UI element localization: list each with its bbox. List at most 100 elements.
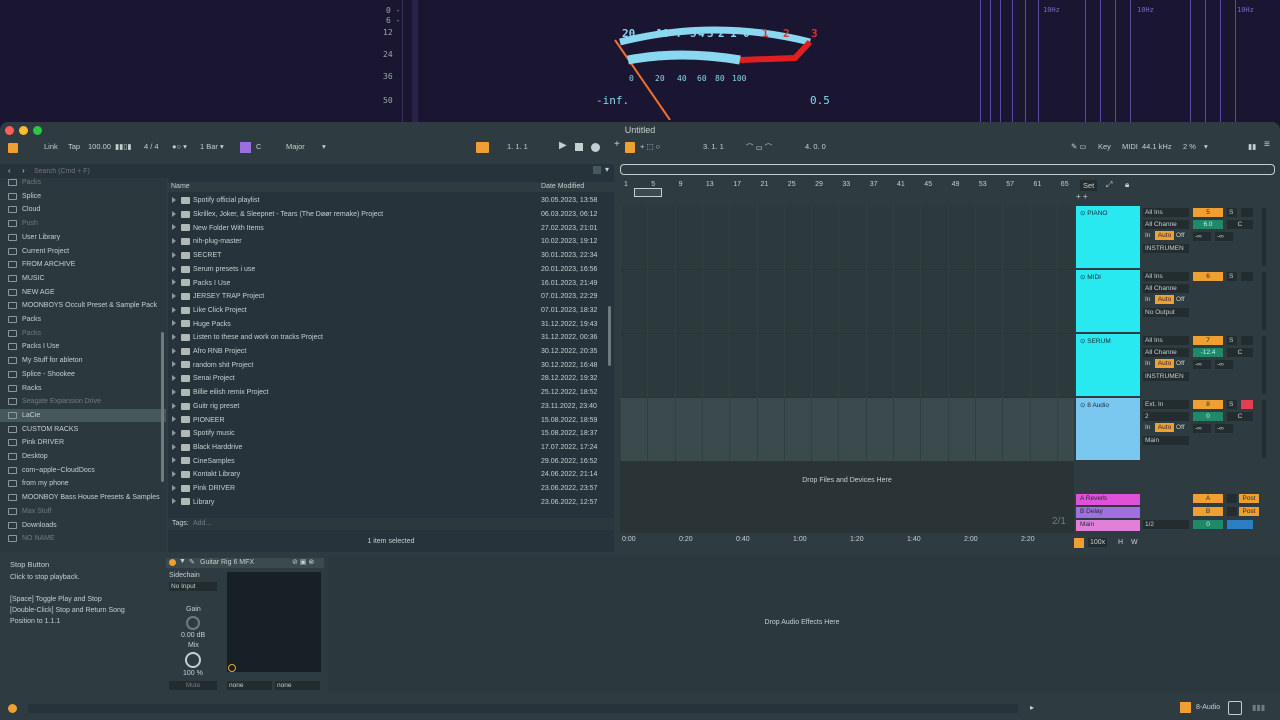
track-number[interactable]: 6 <box>1193 272 1223 281</box>
scale-mode-icon[interactable] <box>240 142 251 153</box>
expand-icon[interactable]: ⤢ <box>1106 180 1112 190</box>
time-signature[interactable]: 4 / 4 <box>144 142 159 151</box>
sidebar-item[interactable]: MOONBOY Bass House Presets & Samples <box>8 491 164 504</box>
send-b[interactable]: -∞ <box>1215 232 1233 241</box>
monitor-in[interactable]: In <box>1145 360 1150 367</box>
sidebar-item[interactable]: Pink DRIVER <box>8 436 164 449</box>
serum-lane[interactable] <box>620 334 1074 397</box>
arm-button[interactable] <box>1241 272 1253 281</box>
view-toggle-icon[interactable] <box>8 143 18 153</box>
track-name[interactable]: ⊙ MIDI <box>1076 270 1140 332</box>
output-select[interactable]: INSTRUMEN <box>1143 372 1189 381</box>
file-row[interactable]: Pink DRIVER 23.06.2022, 23:57 <box>168 482 614 496</box>
sidebar-item[interactable]: Packs <box>8 313 164 326</box>
expand-icon[interactable] <box>172 498 176 505</box>
arrangement-overview[interactable] <box>620 164 1275 175</box>
key-map-button[interactable]: Key <box>1098 142 1111 151</box>
record-icon[interactable] <box>591 143 600 152</box>
expand-icon[interactable] <box>172 347 176 354</box>
file-row[interactable]: Like Click Project 07.01.2023, 18:32 <box>168 304 614 318</box>
file-row[interactable]: New Folder With Items 27.02.2023, 21:01 <box>168 221 614 235</box>
sidebar-item[interactable]: Seagate Expansion Drive <box>8 395 164 408</box>
return-letter[interactable]: A <box>1193 494 1223 503</box>
file-row[interactable]: random shit Project 30.12.2022, 16:48 <box>168 358 614 372</box>
file-row[interactable]: Kontakt Library 24.06.2022, 21:14 <box>168 468 614 482</box>
solo-button[interactable] <box>1227 494 1237 503</box>
midi-lane[interactable] <box>620 270 1074 333</box>
chevron-down-icon[interactable]: ▾ <box>1204 142 1208 151</box>
monitor-in[interactable]: In <box>1145 424 1150 431</box>
file-row[interactable]: Black Harddrive 17.07.2022, 17:24 <box>168 441 614 455</box>
main-output-select[interactable]: 1/2 <box>1143 520 1189 529</box>
chevron-down-icon[interactable]: ▾ <box>220 142 224 151</box>
sidebar-item[interactable]: Racks <box>8 382 164 395</box>
monitor-auto[interactable]: Auto <box>1155 359 1174 368</box>
pan-value[interactable]: C <box>1227 412 1253 421</box>
expand-icon[interactable] <box>172 457 176 464</box>
monitor-auto[interactable]: Auto <box>1155 231 1174 240</box>
expand-icon[interactable] <box>172 429 176 436</box>
sidebar-item[interactable]: Desktop <box>8 450 164 463</box>
device-menu-icon[interactable]: ⊘ ▣ ⊗ <box>292 558 314 566</box>
sidebar-item[interactable]: User Library <box>8 231 164 244</box>
file-row[interactable]: Listen to these and work on tracks Proje… <box>168 331 614 345</box>
send-b[interactable]: -∞ <box>1215 360 1233 369</box>
menu-icon[interactable]: ≡ <box>1264 139 1270 150</box>
monitor-off[interactable]: Off <box>1176 232 1185 239</box>
midi-map-button[interactable]: MIDI <box>1122 142 1138 151</box>
file-row[interactable]: Afro RNB Project 30.12.2022, 20:35 <box>168 345 614 359</box>
loop-icon[interactable]: + ⬚ ○ <box>640 142 660 151</box>
name-column-header[interactable]: Name <box>171 183 190 190</box>
overdub-icon[interactable]: + <box>614 139 620 150</box>
send-a[interactable]: -∞ <box>1193 232 1211 241</box>
tap-button[interactable]: Tap <box>68 142 80 151</box>
sidebar-item[interactable]: from my phone <box>8 477 164 490</box>
sidebar-item[interactable]: Packs I Use <box>8 340 164 353</box>
sidebar-item[interactable]: Splice - Shookee <box>8 368 164 381</box>
track-warning-icon[interactable] <box>1180 702 1191 713</box>
loop-start[interactable]: 3. 1. 1 <box>703 142 724 151</box>
sidebar-item[interactable]: Downloads <box>8 519 164 532</box>
date-column-header[interactable]: Date Modified <box>541 183 584 190</box>
return-track-name[interactable]: B Delay <box>1076 507 1140 518</box>
link-button[interactable]: Link <box>44 142 58 151</box>
mute-button[interactable]: Mute <box>169 681 217 690</box>
arm-button[interactable] <box>1241 208 1253 217</box>
file-row[interactable]: Serum presets i use 20.01.2023, 16:56 <box>168 263 614 277</box>
send-a[interactable]: -∞ <box>1193 424 1211 433</box>
expand-icon[interactable] <box>172 484 176 491</box>
device-drop-area[interactable]: Drop Audio Effects Here <box>328 556 1280 692</box>
channel-select[interactable]: All Channe <box>1143 284 1189 293</box>
file-row[interactable]: nih-plug-master 10.02.2023, 19:12 <box>168 235 614 249</box>
channel-select[interactable]: All Channe <box>1143 348 1189 357</box>
expand-icon[interactable] <box>172 292 176 299</box>
track-name[interactable]: ⊙ 8 Audio <box>1076 398 1140 460</box>
solo-button[interactable]: S <box>1227 272 1237 281</box>
send-b[interactable]: -∞ <box>1215 424 1233 433</box>
w-button[interactable]: W <box>1131 539 1138 546</box>
expand-icon[interactable] <box>172 361 176 368</box>
sidebar-item[interactable]: CUSTOM RACKS <box>8 423 164 436</box>
expand-icon[interactable] <box>172 320 176 327</box>
channel-select[interactable]: All Channe <box>1143 220 1189 229</box>
song-position[interactable]: 1. 1. 1 <box>507 142 528 151</box>
sidebar-item[interactable]: MOONBOYS Occult Preset & Sample Pack <box>8 299 164 312</box>
monitor-in[interactable]: In <box>1145 296 1150 303</box>
file-row[interactable]: Spotify music 15.08.2022, 18:37 <box>168 427 614 441</box>
expand-icon[interactable] <box>172 402 176 409</box>
edit-icon[interactable]: ✎ <box>189 558 195 566</box>
expand-icon[interactable] <box>172 443 176 450</box>
file-row[interactable]: PIONEER 15.08.2022, 18:59 <box>168 413 614 427</box>
places-scrollbar[interactable] <box>161 332 164 482</box>
sidebar-item[interactable]: Packs <box>8 327 164 340</box>
sidebar-item[interactable]: FROM ARCHIVE <box>8 258 164 271</box>
file-row[interactable]: Spotify official playlist 30.05.2023, 13:… <box>168 194 614 208</box>
send-a[interactable]: -∞ <box>1193 360 1211 369</box>
expand-icon[interactable] <box>172 306 176 313</box>
param-slot[interactable]: none <box>275 681 320 690</box>
tempo-field[interactable]: 100.00 <box>88 142 111 151</box>
monitor-in[interactable]: In <box>1145 232 1150 239</box>
expand-icon[interactable] <box>172 334 176 340</box>
gain-knob[interactable] <box>186 616 200 630</box>
expand-icon[interactable] <box>172 238 176 245</box>
